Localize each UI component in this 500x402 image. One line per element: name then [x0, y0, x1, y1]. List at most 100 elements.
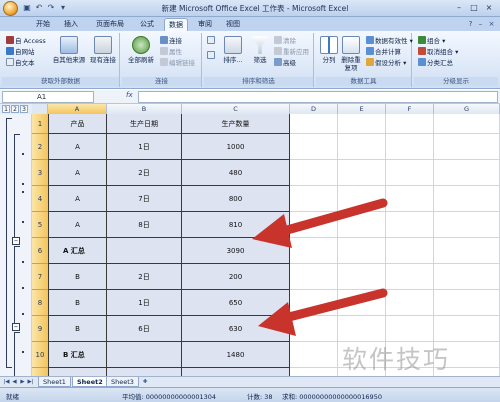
- cell-empty[interactable]: [290, 134, 338, 160]
- collapse-group-b-button[interactable]: –: [12, 323, 20, 331]
- cell-empty[interactable]: [290, 186, 338, 212]
- cell-empty[interactable]: [338, 238, 386, 264]
- cell-empty[interactable]: [290, 264, 338, 290]
- cell-production-date[interactable]: 1日: [107, 290, 182, 316]
- cell-empty[interactable]: [434, 160, 500, 186]
- insert-sheet-icon[interactable]: ✚: [140, 378, 150, 386]
- customize-icon[interactable]: ▾: [58, 3, 68, 13]
- cell-production-quantity[interactable]: 1480: [182, 342, 290, 368]
- tab-view[interactable]: 视图: [222, 18, 244, 31]
- first-sheet-icon[interactable]: |◀: [3, 378, 10, 386]
- cell-empty[interactable]: [386, 316, 434, 342]
- help-icon[interactable]: ?: [466, 19, 475, 29]
- cell-production-date[interactable]: 2日: [107, 160, 182, 186]
- cell-empty[interactable]: [338, 290, 386, 316]
- sheet-tab-3[interactable]: Sheet3: [106, 377, 139, 387]
- row-header[interactable]: 7: [32, 264, 48, 290]
- row-header[interactable]: 2: [32, 134, 48, 160]
- data-validation-button[interactable]: 数据有效性 ▾: [366, 36, 413, 46]
- reapply-button[interactable]: 重新应用: [274, 47, 309, 57]
- group-button[interactable]: 组合 ▾: [418, 36, 445, 46]
- cell-empty[interactable]: [434, 114, 500, 134]
- cell-product[interactable]: A: [48, 134, 107, 160]
- consolidate-button[interactable]: 合并计算: [366, 47, 401, 57]
- column-header-f[interactable]: F: [386, 104, 434, 114]
- cell-product[interactable]: A: [48, 186, 107, 212]
- cell-empty[interactable]: [386, 212, 434, 238]
- cell-production-date[interactable]: 7日: [107, 186, 182, 212]
- cell-production-date[interactable]: [107, 238, 182, 264]
- ungroup-button[interactable]: 取消组合 ▾: [418, 47, 458, 57]
- cell-production-quantity[interactable]: 810: [182, 212, 290, 238]
- collapse-group-a-button[interactable]: –: [12, 237, 20, 245]
- cell-empty[interactable]: [434, 316, 500, 342]
- row-header[interactable]: 9: [32, 316, 48, 342]
- cell-production-date[interactable]: [107, 342, 182, 368]
- tab-data[interactable]: 数据: [164, 18, 188, 31]
- column-header-g[interactable]: G: [434, 104, 500, 114]
- cell-empty[interactable]: [290, 316, 338, 342]
- tab-home[interactable]: 开始: [32, 18, 54, 31]
- row-header[interactable]: 8: [32, 290, 48, 316]
- column-header-d[interactable]: D: [290, 104, 338, 114]
- from-web-button[interactable]: 自网站: [6, 47, 35, 57]
- cell-product[interactable]: B 汇总: [48, 342, 107, 368]
- cell-empty[interactable]: [338, 212, 386, 238]
- cell-empty[interactable]: [338, 186, 386, 212]
- advanced-button[interactable]: 高级: [274, 58, 296, 68]
- cell-empty[interactable]: [290, 212, 338, 238]
- function-icon[interactable]: fx: [126, 91, 133, 99]
- cell-product[interactable]: B: [48, 264, 107, 290]
- row-header[interactable]: 3: [32, 160, 48, 186]
- column-header-c[interactable]: C: [182, 104, 290, 114]
- formula-input[interactable]: [138, 91, 498, 103]
- sort-button[interactable]: 排序...: [220, 36, 246, 64]
- select-all-corner[interactable]: [32, 104, 48, 114]
- maximize-button[interactable]: □: [467, 2, 481, 14]
- from-access-button[interactable]: 自 Access: [6, 36, 46, 46]
- row-header[interactable]: 10: [32, 342, 48, 368]
- cell-empty[interactable]: [386, 160, 434, 186]
- cell-product[interactable]: A: [48, 160, 107, 186]
- remove-duplicates-button[interactable]: 删除重复项: [340, 36, 362, 72]
- row-header[interactable]: 1: [32, 114, 48, 134]
- cell-production-quantity[interactable]: 1000: [182, 134, 290, 160]
- refresh-all-button[interactable]: 全部刷新: [126, 36, 156, 64]
- cell-empty[interactable]: [434, 238, 500, 264]
- cell-production-quantity[interactable]: 800: [182, 186, 290, 212]
- cell-empty[interactable]: [338, 134, 386, 160]
- next-sheet-icon[interactable]: ▶: [19, 378, 26, 386]
- cell-empty[interactable]: [290, 368, 338, 376]
- outline-level-2[interactable]: 2: [11, 105, 19, 113]
- name-box[interactable]: A1: [2, 91, 94, 103]
- cell-empty[interactable]: [434, 212, 500, 238]
- cell-empty[interactable]: [338, 114, 386, 134]
- properties-button[interactable]: 属性: [160, 47, 182, 57]
- outline-level-1[interactable]: 1: [2, 105, 10, 113]
- edit-links-button[interactable]: 编辑链接: [160, 58, 195, 68]
- prev-sheet-icon[interactable]: ◀: [11, 378, 18, 386]
- cell-empty[interactable]: [338, 160, 386, 186]
- cell-product[interactable]: C: [48, 368, 107, 376]
- cell-production-quantity[interactable]: 300: [182, 368, 290, 376]
- row-header[interactable]: 5: [32, 212, 48, 238]
- cell-empty[interactable]: [290, 114, 338, 134]
- cell-empty[interactable]: [434, 264, 500, 290]
- sort-descending-button[interactable]: [207, 51, 216, 61]
- column-header-a[interactable]: A: [48, 104, 107, 114]
- cell-empty[interactable]: [338, 316, 386, 342]
- cell-empty[interactable]: [290, 290, 338, 316]
- row-header[interactable]: 6: [32, 238, 48, 264]
- text-to-columns-button[interactable]: 分列: [318, 36, 340, 64]
- cell-empty[interactable]: [386, 264, 434, 290]
- tab-formulas[interactable]: 公式: [136, 18, 158, 31]
- cell-production-quantity[interactable]: 480: [182, 160, 290, 186]
- cell-production-date[interactable]: 8日: [107, 212, 182, 238]
- column-header-e[interactable]: E: [338, 104, 386, 114]
- redo-icon[interactable]: ↷: [46, 3, 56, 13]
- cell-production-quantity[interactable]: 650: [182, 290, 290, 316]
- sort-ascending-button[interactable]: [207, 36, 216, 46]
- cell-production-date[interactable]: 生产日期: [107, 114, 182, 134]
- from-text-button[interactable]: 自文本: [6, 58, 35, 68]
- cell-product[interactable]: B: [48, 316, 107, 342]
